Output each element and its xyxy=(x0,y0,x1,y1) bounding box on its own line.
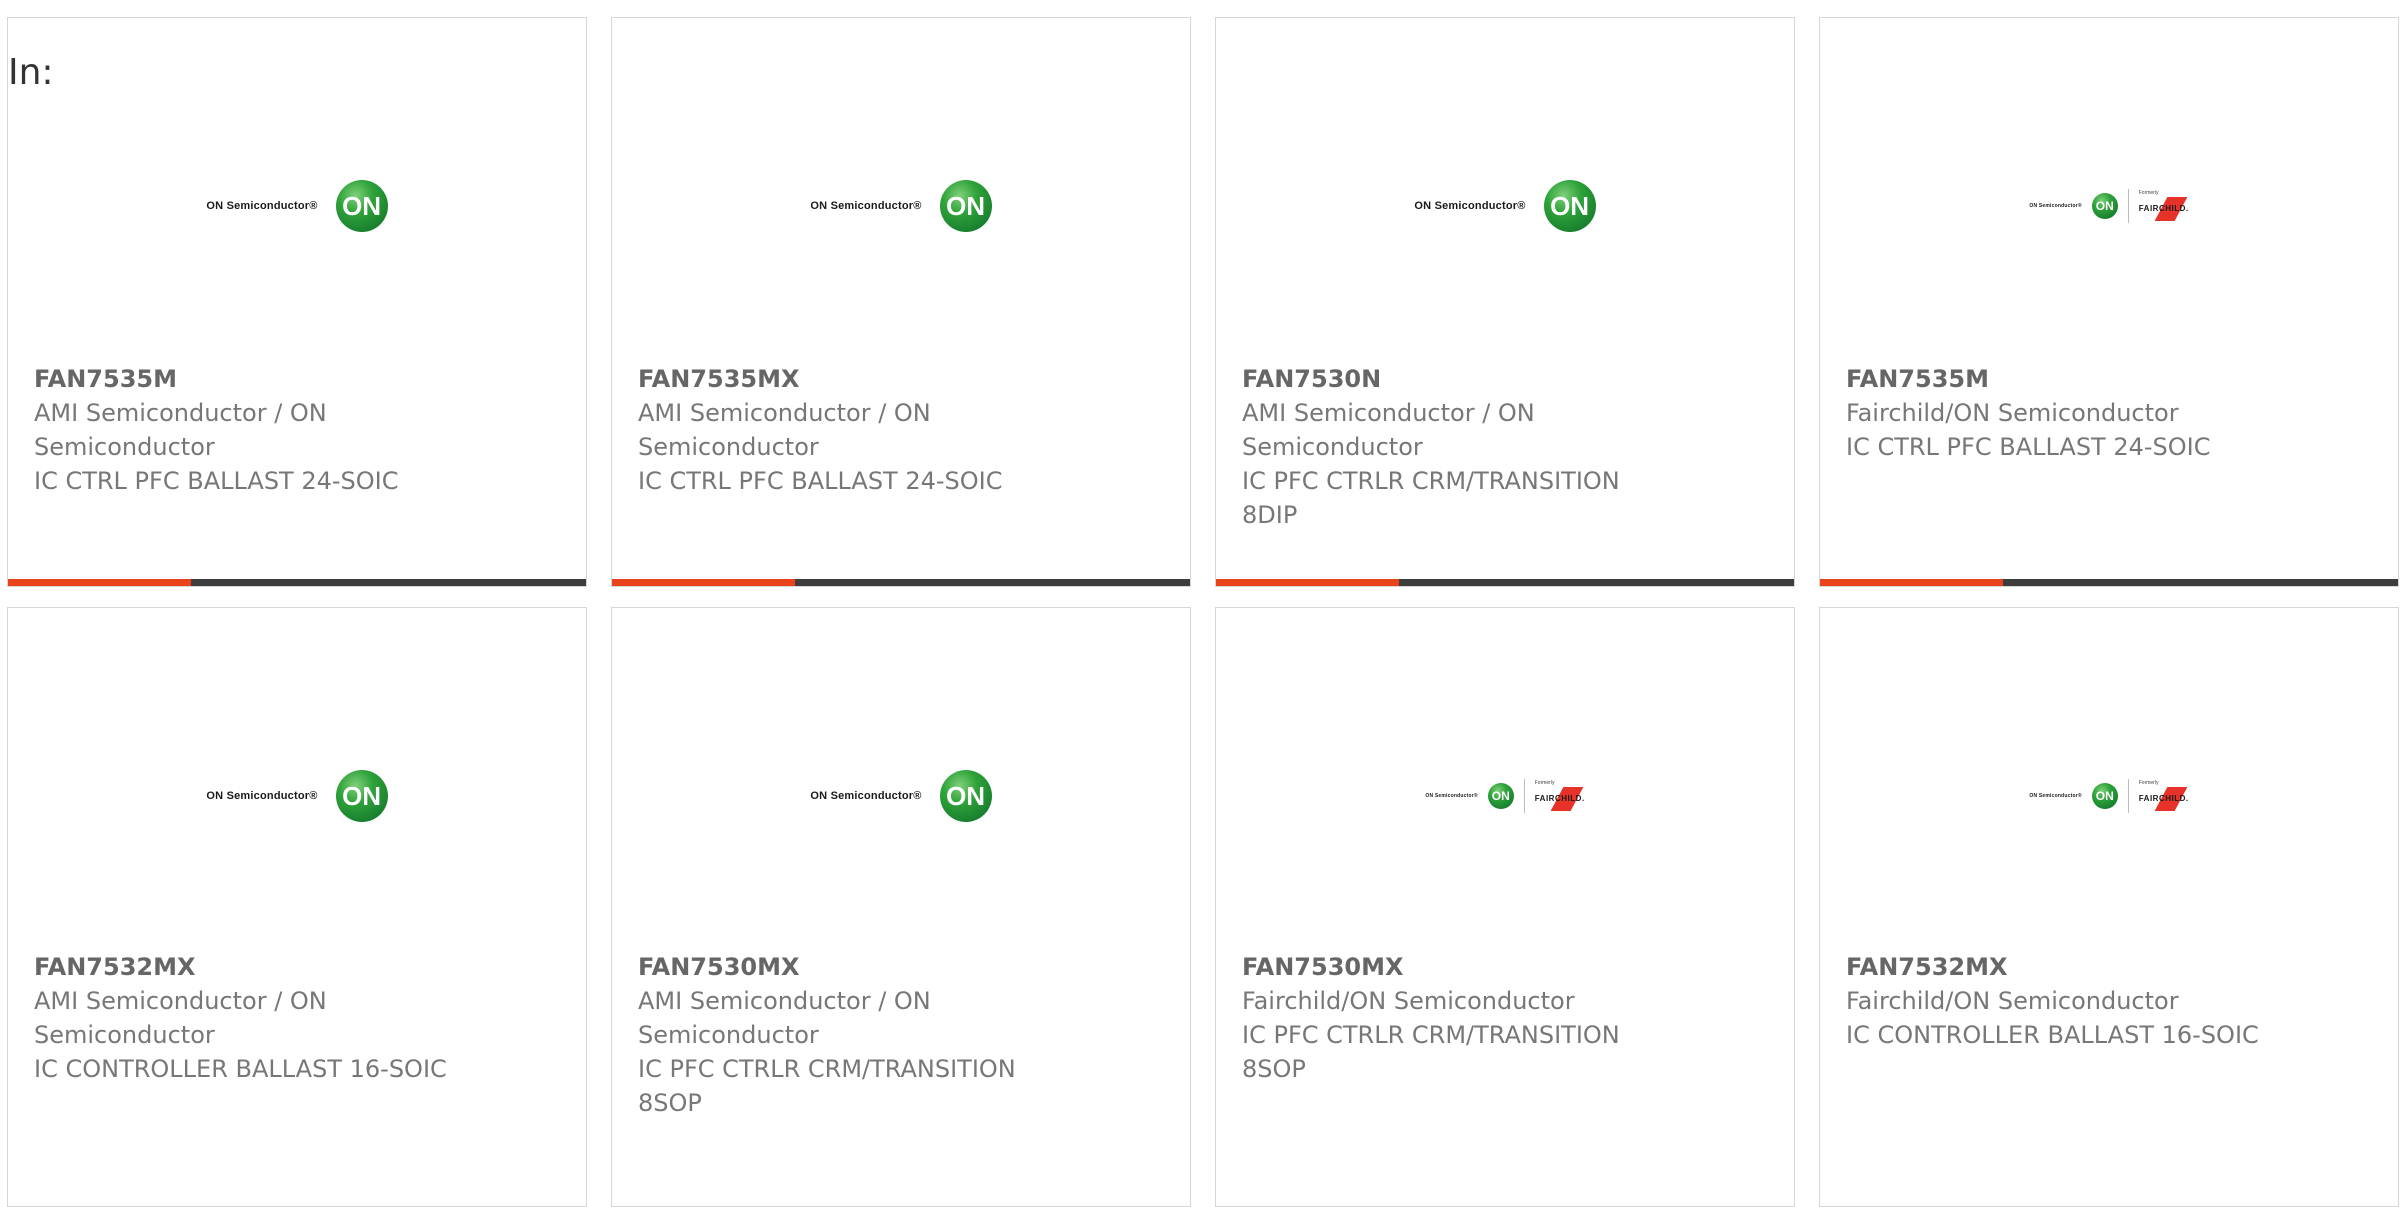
on-badge-icon: ON xyxy=(335,770,388,822)
card-bottom-bar xyxy=(1216,579,1794,586)
manufacturer: Fairchild/ON Semiconductor xyxy=(1242,987,1575,1015)
on-badge-icon: ON xyxy=(2091,193,2118,219)
product-info: FAN7530MX Fairchild/ON Semiconductor IC … xyxy=(1242,950,1662,1086)
product-card[interactable]: ON Semiconductor® ON Formerly FAIRCHILD.… xyxy=(1819,17,2399,587)
product-info: FAN7535MX AMI Semiconductor / ON Semicon… xyxy=(638,362,1058,498)
part-number[interactable]: FAN7532MX xyxy=(34,950,454,984)
part-number[interactable]: FAN7535M xyxy=(34,362,454,396)
card-bottom-bar xyxy=(8,579,586,586)
on-fairchild-logo: ON Semiconductor® ON Formerly FAIRCHILD. xyxy=(1820,166,2398,246)
fairchild-text: FAIRCHILD. xyxy=(2138,204,2189,213)
logo-text: ON Semiconductor® xyxy=(2029,203,2082,209)
manufacturer: Fairchild/ON Semiconductor xyxy=(1846,987,2179,1015)
product-card[interactable]: ON Semiconductor® ON FAN7535MX AMI Semic… xyxy=(611,17,1191,587)
card-accent xyxy=(8,579,191,586)
part-number[interactable]: FAN7535M xyxy=(1846,362,2266,396)
part-number[interactable]: FAN7530N xyxy=(1242,362,1662,396)
on-badge-icon: ON xyxy=(939,180,992,232)
description: IC CONTROLLER BALLAST 16-SOIC xyxy=(1846,1021,2259,1049)
manufacturer: AMI Semiconductor / ON Semiconductor xyxy=(34,987,327,1049)
product-card[interactable]: ON Semiconductor® ON Formerly FAIRCHILD.… xyxy=(1215,607,1795,1207)
formerly-text: Formerly xyxy=(1534,780,1555,786)
logo-divider xyxy=(1523,779,1525,813)
description: IC CTRL PFC BALLAST 24-SOIC xyxy=(1846,433,2211,461)
part-number[interactable]: FAN7530MX xyxy=(638,950,1058,984)
on-badge-icon: ON xyxy=(335,180,388,232)
manufacturer: AMI Semiconductor / ON Semiconductor xyxy=(34,399,327,461)
product-card[interactable]: ON Semiconductor® ON FAN7532MX AMI Semic… xyxy=(7,607,587,1207)
card-bottom-bar xyxy=(612,579,1190,586)
on-semiconductor-logo: ON Semiconductor® ON xyxy=(8,756,586,836)
fairchild-text: FAIRCHILD. xyxy=(1534,794,1585,803)
product-info: FAN7530MX AMI Semiconductor / ON Semicon… xyxy=(638,950,1058,1120)
fairchild-logo: Formerly FAIRCHILD. xyxy=(2139,191,2189,221)
card-accent xyxy=(612,579,795,586)
logo-text: ON Semiconductor® xyxy=(1414,200,1526,212)
product-info: FAN7532MX Fairchild/ON Semiconductor IC … xyxy=(1846,950,2266,1052)
manufacturer: AMI Semiconductor / ON Semiconductor xyxy=(638,399,931,461)
product-card[interactable]: ON Semiconductor® ON FAN7535M AMI Semico… xyxy=(7,17,587,587)
card-accent xyxy=(1820,579,2003,586)
description: IC CTRL PFC BALLAST 24-SOIC xyxy=(34,467,399,495)
on-badge-icon: ON xyxy=(2091,783,2118,809)
fairchild-logo: Formerly FAIRCHILD. xyxy=(1535,781,1585,811)
manufacturer: AMI Semiconductor / ON Semiconductor xyxy=(1242,399,1535,461)
on-badge-icon: ON xyxy=(1543,180,1596,232)
on-semiconductor-logo: ON Semiconductor® ON xyxy=(1216,166,1794,246)
product-info: FAN7530N AMI Semiconductor / ON Semicond… xyxy=(1242,362,1662,532)
on-semiconductor-logo: ON Semiconductor® ON xyxy=(612,166,1190,246)
on-fairchild-logo: ON Semiconductor® ON Formerly FAIRCHILD. xyxy=(1216,756,1794,836)
logo-text: ON Semiconductor® xyxy=(206,200,318,212)
card-accent xyxy=(1216,579,1399,586)
product-info: FAN7535M AMI Semiconductor / ON Semicond… xyxy=(34,362,454,498)
description: IC PFC CTRLR CRM/TRANSITION 8DIP xyxy=(1242,467,1620,529)
product-card[interactable]: ON Semiconductor® ON FAN7530N AMI Semico… xyxy=(1215,17,1795,587)
description: IC CONTROLLER BALLAST 16-SOIC xyxy=(34,1055,447,1083)
formerly-text: Formerly xyxy=(2138,190,2159,196)
description: IC CTRL PFC BALLAST 24-SOIC xyxy=(638,467,1003,495)
product-card[interactable]: ON Semiconductor® ON Formerly FAIRCHILD.… xyxy=(1819,607,2399,1207)
manufacturer: AMI Semiconductor / ON Semiconductor xyxy=(638,987,931,1049)
manufacturer: Fairchild/ON Semiconductor xyxy=(1846,399,2179,427)
logo-divider xyxy=(2127,189,2129,223)
fairchild-logo: Formerly FAIRCHILD. xyxy=(2139,781,2189,811)
part-number[interactable]: FAN7530MX xyxy=(1242,950,1662,984)
on-semiconductor-logo: ON Semiconductor® ON xyxy=(612,756,1190,836)
description: IC PFC CTRLR CRM/TRANSITION 8SOP xyxy=(638,1055,1016,1117)
logo-text: ON Semiconductor® xyxy=(810,200,922,212)
formerly-text: Formerly xyxy=(2138,780,2159,786)
on-semiconductor-logo: ON Semiconductor® ON xyxy=(8,166,586,246)
logo-text: ON Semiconductor® xyxy=(2029,793,2082,799)
logo-text: ON Semiconductor® xyxy=(810,790,922,802)
part-number[interactable]: FAN7532MX xyxy=(1846,950,2266,984)
product-info: FAN7532MX AMI Semiconductor / ON Semicon… xyxy=(34,950,454,1086)
logo-text: ON Semiconductor® xyxy=(206,790,318,802)
on-fairchild-logo: ON Semiconductor® ON Formerly FAIRCHILD. xyxy=(1820,756,2398,836)
product-grid: ON Semiconductor® ON FAN7535M AMI Semico… xyxy=(0,0,2400,1207)
fairchild-text: FAIRCHILD. xyxy=(2138,794,2189,803)
logo-divider xyxy=(2127,779,2129,813)
product-card[interactable]: ON Semiconductor® ON FAN7530MX AMI Semic… xyxy=(611,607,1191,1207)
in-label: In: xyxy=(8,52,54,93)
part-number[interactable]: FAN7535MX xyxy=(638,362,1058,396)
product-info: FAN7535M Fairchild/ON Semiconductor IC C… xyxy=(1846,362,2266,464)
description: IC PFC CTRLR CRM/TRANSITION 8SOP xyxy=(1242,1021,1620,1083)
on-badge-icon: ON xyxy=(1487,783,1514,809)
on-badge-icon: ON xyxy=(939,770,992,822)
card-bottom-bar xyxy=(1820,579,2398,586)
logo-text: ON Semiconductor® xyxy=(1425,793,1478,799)
